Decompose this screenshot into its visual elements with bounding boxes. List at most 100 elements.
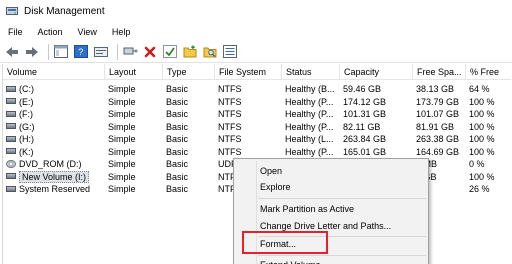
volume-icon [6, 135, 16, 142]
volume-icon [6, 123, 16, 130]
volume-name: (E:) [19, 96, 34, 107]
cell-file-system: NTFS [218, 84, 242, 94]
cell-capacity: 263.84 GB [343, 134, 387, 144]
cell-layout: Simple [108, 184, 136, 194]
menu-item-extend-volume[interactable]: Extend Volume... [260, 256, 328, 264]
cell-capacity: 101.31 GB [343, 109, 387, 119]
cell-percent-free: 64 % [469, 84, 490, 94]
volume-name: (G:) [19, 121, 35, 132]
window-title: Disk Management [24, 5, 105, 17]
cell-layout: Simple [108, 171, 136, 182]
cell-type: Basic [166, 134, 189, 144]
cell-file-system: NTFS [218, 146, 242, 157]
connect-icon[interactable] [122, 44, 138, 60]
volume-name: (H:) [19, 134, 34, 144]
list-view-icon[interactable] [222, 44, 238, 60]
table-header: Volume Layout Type File System Status Ca… [3, 64, 511, 80]
volume-icon [6, 148, 16, 155]
cell-volume: (F:) [2, 108, 104, 121]
table-row[interactable]: (C:) Simple Basic NTFS Healthy (B... 59.46 GB… [2, 83, 510, 96]
cell-free-space: 173.79 GB [416, 96, 460, 107]
table-row[interactable]: (E:) Simple Basic NTFS Healthy (P... 174.12 G… [2, 96, 510, 109]
menu-item-mark-active[interactable]: Mark Partition as Active [260, 200, 354, 218]
menu-item-explore[interactable]: Explore [260, 178, 291, 196]
cell-layout: Simple [108, 121, 136, 132]
toolbar-separator [117, 43, 118, 60]
console-tree-icon[interactable] [53, 44, 69, 60]
toolbar: ? [0, 41, 512, 63]
format-highlight-box [242, 231, 328, 254]
cell-capacity: 174.12 GB [343, 96, 387, 107]
cell-capacity: 82.11 GB [343, 121, 381, 132]
delete-icon[interactable] [142, 44, 158, 60]
column-status[interactable]: Status [282, 64, 340, 80]
cell-file-system: NTFS [218, 134, 242, 144]
dvd-drive-icon [6, 159, 16, 168]
svg-text:?: ? [78, 47, 83, 57]
volume-icon [6, 173, 16, 180]
cell-layout: Simple [108, 96, 136, 107]
menu-separator [258, 198, 426, 199]
table-row[interactable]: (F:) Simple Basic NTFS Healthy (P... 101.31 G… [2, 108, 510, 121]
cell-status: Healthy (L... [285, 134, 334, 144]
cell-volume: System Reserved [2, 183, 104, 196]
checkmark-icon[interactable] [162, 44, 178, 60]
volume-name: (K:) [19, 146, 34, 157]
column-type[interactable]: Type [163, 64, 215, 80]
cell-status: Healthy (P... [285, 121, 334, 132]
cell-volume: (E:) [2, 96, 104, 109]
new-folder-icon[interactable] [182, 44, 198, 60]
search-folder-icon[interactable] [202, 44, 218, 60]
menu-help[interactable]: Help [112, 27, 131, 37]
column-free-space[interactable]: Free Spa... [413, 64, 466, 80]
back-arrow-icon[interactable] [4, 44, 20, 60]
menu-view[interactable]: View [78, 27, 97, 37]
volume-icon [6, 110, 16, 117]
cell-volume: New Volume (I:) [2, 170, 104, 184]
cell-type: Basic [166, 84, 189, 94]
cell-file-system: NTFS [218, 96, 242, 107]
cell-percent-free: 100 % [469, 146, 495, 157]
menu-bar: File Action View Help [0, 22, 512, 41]
cell-layout: Simple [108, 134, 136, 144]
cell-layout: Simple [108, 146, 136, 157]
forward-arrow-icon[interactable] [24, 44, 40, 60]
column-percent-free[interactable]: % Free [466, 64, 511, 80]
cell-layout: Simple [108, 109, 136, 119]
properties-icon[interactable] [93, 44, 109, 60]
column-layout[interactable]: Layout [105, 64, 163, 80]
cell-percent-free: 100 % [469, 96, 495, 107]
cell-percent-free: 100 % [469, 109, 495, 119]
cell-percent-free: 100 % [469, 171, 495, 182]
cell-free-space: 164.69 GB [416, 146, 460, 157]
cell-volume: (C:) [2, 83, 104, 96]
cell-volume: (H:) [2, 133, 104, 146]
volume-icon [6, 98, 16, 105]
cell-percent-free: 100 % [469, 134, 495, 144]
column-capacity[interactable]: Capacity [340, 64, 413, 80]
cell-free-space: 101.07 GB [416, 109, 460, 119]
menu-action[interactable]: Action [38, 27, 63, 37]
volume-name: New Volume (I:) [19, 170, 90, 183]
volume-icon [6, 85, 16, 92]
cell-volume: DVD_ROM (D:) [2, 158, 104, 171]
column-file-system[interactable]: File System [215, 64, 282, 80]
cell-file-system: NTFS [218, 121, 242, 132]
cell-layout: Simple [108, 84, 136, 94]
cell-capacity: 165.01 GB [343, 146, 387, 157]
cell-file-system: NTFS [218, 109, 242, 119]
volume-name: (C:) [19, 84, 34, 94]
cell-type: Basic [166, 146, 189, 157]
toolbar-separator [48, 43, 49, 60]
cell-volume: (G:) [2, 121, 104, 134]
menu-file[interactable]: File [8, 27, 23, 37]
cell-percent-free: 0 % [469, 159, 485, 169]
column-volume[interactable]: Volume [3, 64, 105, 80]
help-icon[interactable]: ? [73, 44, 89, 60]
table-row[interactable]: (G:) Simple Basic NTFS Healthy (P... 82.11 GB… [2, 121, 510, 134]
table-row[interactable]: (H:) Simple Basic NTFS Healthy (L... 263.84 G… [2, 133, 510, 146]
volume-icon [6, 185, 16, 192]
table-row[interactable]: (K:) Simple Basic NTFS Healthy (P... 165.01 G… [2, 146, 510, 159]
volume-name: DVD_ROM (D:) [19, 159, 82, 169]
cell-free-space: 263.38 GB [416, 134, 460, 144]
